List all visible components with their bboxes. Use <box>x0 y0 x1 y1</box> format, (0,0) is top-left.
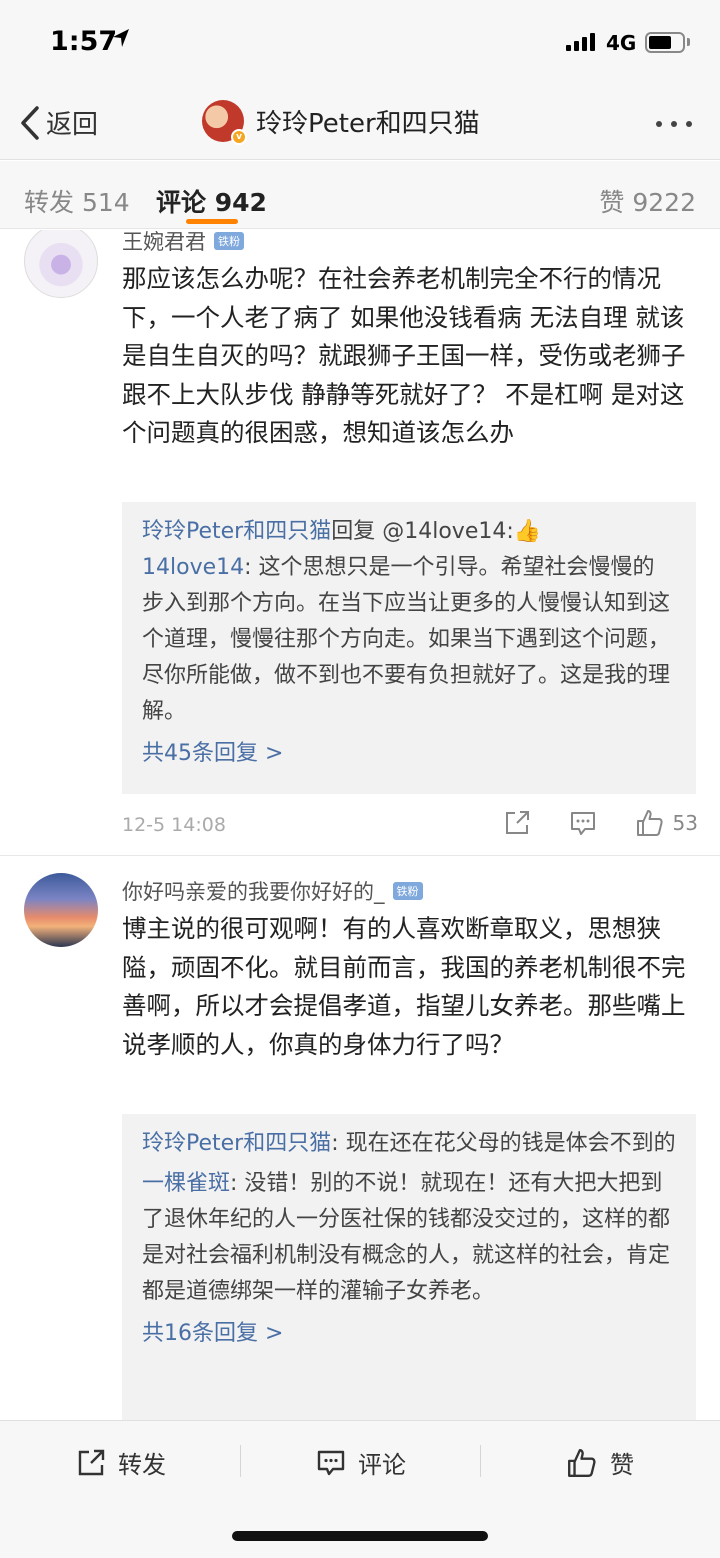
share-icon <box>78 1449 105 1475</box>
comment-label: 评论 <box>358 1451 406 1479</box>
reply-line: 14love14: 这个思想只是一个引导。希望社会慢慢的步入到那个方向。在当下应… <box>142 550 676 730</box>
reply-author[interactable]: 玲玲Peter和四只猫 <box>142 519 331 544</box>
more-replies-link[interactable]: 共16条回复 > <box>142 1316 676 1352</box>
chevron-left-icon <box>21 105 39 140</box>
avatar[interactable] <box>24 230 98 298</box>
comment-icon[interactable] <box>569 809 597 837</box>
tab-like[interactable]: 赞 9222 <box>599 183 696 219</box>
share-icon[interactable] <box>503 809 531 837</box>
reply-line: 一棵雀斑: 没错！别的不说！就现在！还有大把大把到了退休年纪的人一分医社保的钱都… <box>142 1166 676 1310</box>
tab-indicator <box>186 219 238 224</box>
more-button[interactable] <box>656 121 692 127</box>
more-dot <box>671 121 677 127</box>
reply-line: 玲玲Peter和四只猫: 现在还在花父母的钱是体会不到的 <box>142 1126 676 1162</box>
tab-comment[interactable]: 评论 942 <box>156 183 267 219</box>
comment-text: 博主说的很可观啊！有的人喜欢断章取义，思想狭隘，顽固不化。就目前而言，我国的养老… <box>122 914 686 1059</box>
comment-text: 那应该怎么办呢？在社会养老机制完全不行的情况下，一个人老了病了 如果他没钱看病 … <box>122 264 686 447</box>
page-title: 玲玲Peter和四只猫 <box>256 108 480 139</box>
thumbs-up-icon <box>568 1448 596 1477</box>
signal-icon <box>566 33 595 51</box>
author-row: 王婉君君 铁粉 <box>122 230 244 256</box>
nav-bar: 返回 v 玲玲Peter和四只猫 <box>0 88 720 160</box>
like-label: 赞 <box>610 1451 634 1479</box>
repost-button[interactable]: 转发 <box>76 1445 166 1480</box>
reply-line: 玲玲Peter和四只猫回复 @14love14:👍 <box>142 514 676 550</box>
battery-icon <box>645 32 685 53</box>
comment-author[interactable]: 王婉君君 <box>122 230 206 256</box>
more-replies-link[interactable]: 共45条回复 > <box>142 736 676 772</box>
comment-button[interactable]: 评论 <box>316 1445 406 1480</box>
comment-meta: 12-5 14:08 53 <box>122 806 698 846</box>
reply-author[interactable]: 14love14 <box>142 555 244 580</box>
more-dot <box>686 121 692 127</box>
network-label: 4G <box>606 31 637 55</box>
thumbs-up-icon <box>636 810 663 836</box>
status-time: 1:57 <box>50 26 118 57</box>
toolbar-divider <box>240 1445 241 1477</box>
home-indicator[interactable] <box>232 1531 488 1541</box>
nav-user[interactable]: v 玲玲Peter和四只猫 <box>202 100 480 145</box>
like-count: 53 <box>672 811 698 835</box>
reply-text: 回复 @14love14:👍 <box>331 519 542 544</box>
comment-author[interactable]: 你好吗亲爱的我要你好好的_ <box>122 876 385 906</box>
comment-time: 12-5 14:08 <box>122 814 226 836</box>
tab-repost[interactable]: 转发 514 <box>24 183 130 219</box>
reply-text: : 现在还在花父母的钱是体会不到的 <box>331 1131 676 1156</box>
comment-actions: 53 <box>503 808 698 838</box>
reply-box[interactable]: 玲玲Peter和四只猫: 现在还在花父母的钱是体会不到的 一棵雀斑: 没错！别的… <box>122 1114 696 1420</box>
comment-feed[interactable]: 王婉君君 铁粉 那应该怎么办呢？在社会养老机制完全不行的情况下，一个人老了病了 … <box>0 230 720 1420</box>
reply-text: : 这个思想只是一个引导。希望社会慢慢的步入到那个方向。在当下应当让更多的人慢慢… <box>142 555 671 724</box>
comment-icon <box>317 1450 345 1475</box>
location-arrow-icon <box>113 29 129 47</box>
avatar: v <box>202 100 247 145</box>
avatar[interactable] <box>24 873 98 947</box>
divider <box>0 855 720 856</box>
tab-bar: 转发 514 评论 942 赞 9222 <box>0 161 720 229</box>
reply-box[interactable]: 玲玲Peter和四只猫回复 @14love14:👍 14love14: 这个思想… <box>122 502 696 794</box>
reply-author[interactable]: 一棵雀斑 <box>142 1171 230 1196</box>
status-bar: 1:57 4G <box>0 0 720 88</box>
toolbar-divider <box>480 1445 481 1477</box>
battery-tip <box>687 38 690 46</box>
back-button[interactable]: 返回 <box>20 104 98 141</box>
back-label: 返回 <box>46 110 99 140</box>
more-dots-icon <box>656 121 662 127</box>
repost-label: 转发 <box>118 1451 166 1479</box>
reply-author[interactable]: 玲玲Peter和四只猫 <box>142 1131 331 1156</box>
like-button[interactable]: 赞 <box>566 1445 634 1480</box>
author-row: 你好吗亲爱的我要你好好的_ 铁粉 <box>122 876 423 906</box>
verified-icon: v <box>231 129 247 145</box>
fan-badge: 铁粉 <box>214 232 244 250</box>
like-button[interactable]: 53 <box>635 808 698 838</box>
fan-badge: 铁粉 <box>392 882 423 900</box>
